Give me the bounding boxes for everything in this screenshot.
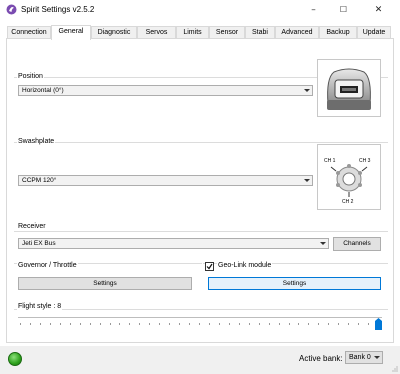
slider-tick (358, 323, 360, 325)
slider-tick (238, 323, 240, 325)
slider-tick (368, 323, 370, 325)
slider-tick (298, 323, 300, 325)
active-bank-select[interactable]: Bank 0 (345, 351, 383, 364)
swashplate-diagram: CH 1 CH 3 CH 2 (317, 144, 381, 210)
title-bar: Spirit Settings v2.5.2 – ☐ ✕ (0, 0, 400, 20)
slider-tick (228, 323, 230, 325)
maximize-button[interactable]: ☐ (330, 0, 357, 20)
slider-tick (189, 323, 191, 325)
tab-general[interactable]: General (51, 25, 91, 40)
geolink-settings-button[interactable]: Settings (208, 277, 381, 290)
slider-tick (89, 323, 91, 325)
slider-tick (99, 323, 101, 325)
window-title: Spirit Settings v2.5.2 (21, 5, 95, 14)
swashplate-select-value: CCPM 120° (22, 177, 57, 184)
active-bank-label: Active bank: (299, 354, 343, 363)
ch1-label: CH 1 (324, 158, 336, 164)
slider-tick (288, 323, 290, 325)
flight-style-slider-thumb[interactable] (375, 318, 382, 330)
chevron-down-icon (304, 89, 310, 92)
slider-tick (159, 323, 161, 325)
position-select[interactable]: Horizontal (0°) (18, 85, 313, 96)
slider-tick (268, 323, 270, 325)
resize-grip-icon[interactable] (392, 366, 398, 372)
governor-label: Governor / Throttle (17, 262, 78, 269)
slider-tick (29, 323, 31, 325)
slider-tick (39, 323, 41, 325)
ch3-label: CH 3 (359, 158, 371, 164)
slider-tick (278, 323, 280, 325)
slider-tick (20, 323, 21, 325)
slider-tick (179, 323, 181, 325)
ch2-label: CH 2 (342, 199, 354, 205)
flybarless-unit-icon (327, 68, 371, 110)
slider-thumb-icon (375, 318, 382, 330)
active-bank-value: Bank 0 (349, 354, 371, 361)
swashplate-select[interactable]: CCPM 120° (18, 175, 313, 186)
slider-tick (129, 323, 131, 325)
slider-tick (69, 323, 71, 325)
geolink-label: Geo-Link module (217, 262, 273, 269)
position-preview-image (317, 59, 381, 117)
slider-tick (218, 323, 220, 325)
slider-tick (328, 323, 330, 325)
slider-tick (338, 323, 340, 325)
slider-tick (59, 323, 61, 325)
swashplate-label: Swashplate (17, 138, 56, 145)
slider-tick (348, 323, 350, 325)
slider-tick (169, 323, 171, 325)
chevron-down-icon (304, 179, 310, 182)
receiver-select-value: Jeti EX Bus (22, 240, 56, 247)
slider-tick (308, 323, 310, 325)
connection-status-icon (8, 352, 22, 366)
minimize-button[interactable]: – (300, 0, 327, 20)
spirit-app-icon (6, 4, 17, 15)
chevron-down-icon (320, 242, 326, 245)
checkmark-icon (206, 263, 213, 270)
flight-style-slider-track[interactable] (18, 317, 382, 319)
flight-style-label: Flight style : 8 (17, 303, 63, 310)
close-button[interactable]: ✕ (365, 0, 392, 20)
slider-tick (139, 323, 141, 325)
slider-tick (208, 323, 210, 325)
tab-bar: Connection General Diagnostic Servos Lim… (0, 25, 400, 40)
receiver-label: Receiver (17, 223, 47, 230)
position-select-value: Horizontal (0°) (22, 87, 64, 94)
slider-tick (119, 323, 121, 325)
geolink-checkbox[interactable] (205, 262, 214, 271)
chevron-down-icon (374, 356, 380, 359)
slider-tick (248, 323, 250, 325)
channels-button[interactable]: Channels (333, 237, 381, 251)
slider-tick (258, 323, 260, 325)
receiver-select[interactable]: Jeti EX Bus (18, 238, 329, 249)
slider-tick (109, 323, 111, 325)
position-label: Position (17, 73, 44, 80)
governor-settings-button[interactable]: Settings (18, 277, 192, 290)
slider-tick (49, 323, 51, 325)
slider-tick (79, 323, 81, 325)
slider-tick (318, 323, 320, 325)
slider-tick (199, 323, 200, 325)
slider-tick (149, 323, 151, 325)
